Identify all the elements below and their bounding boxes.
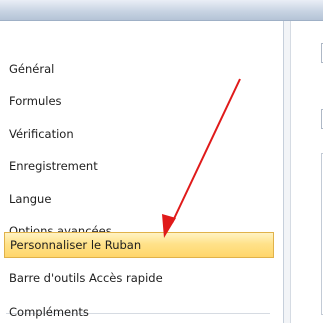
arrow-shaft	[171, 78, 241, 224]
arrow-head	[162, 214, 176, 238]
red-arrow-annotation	[162, 78, 241, 238]
